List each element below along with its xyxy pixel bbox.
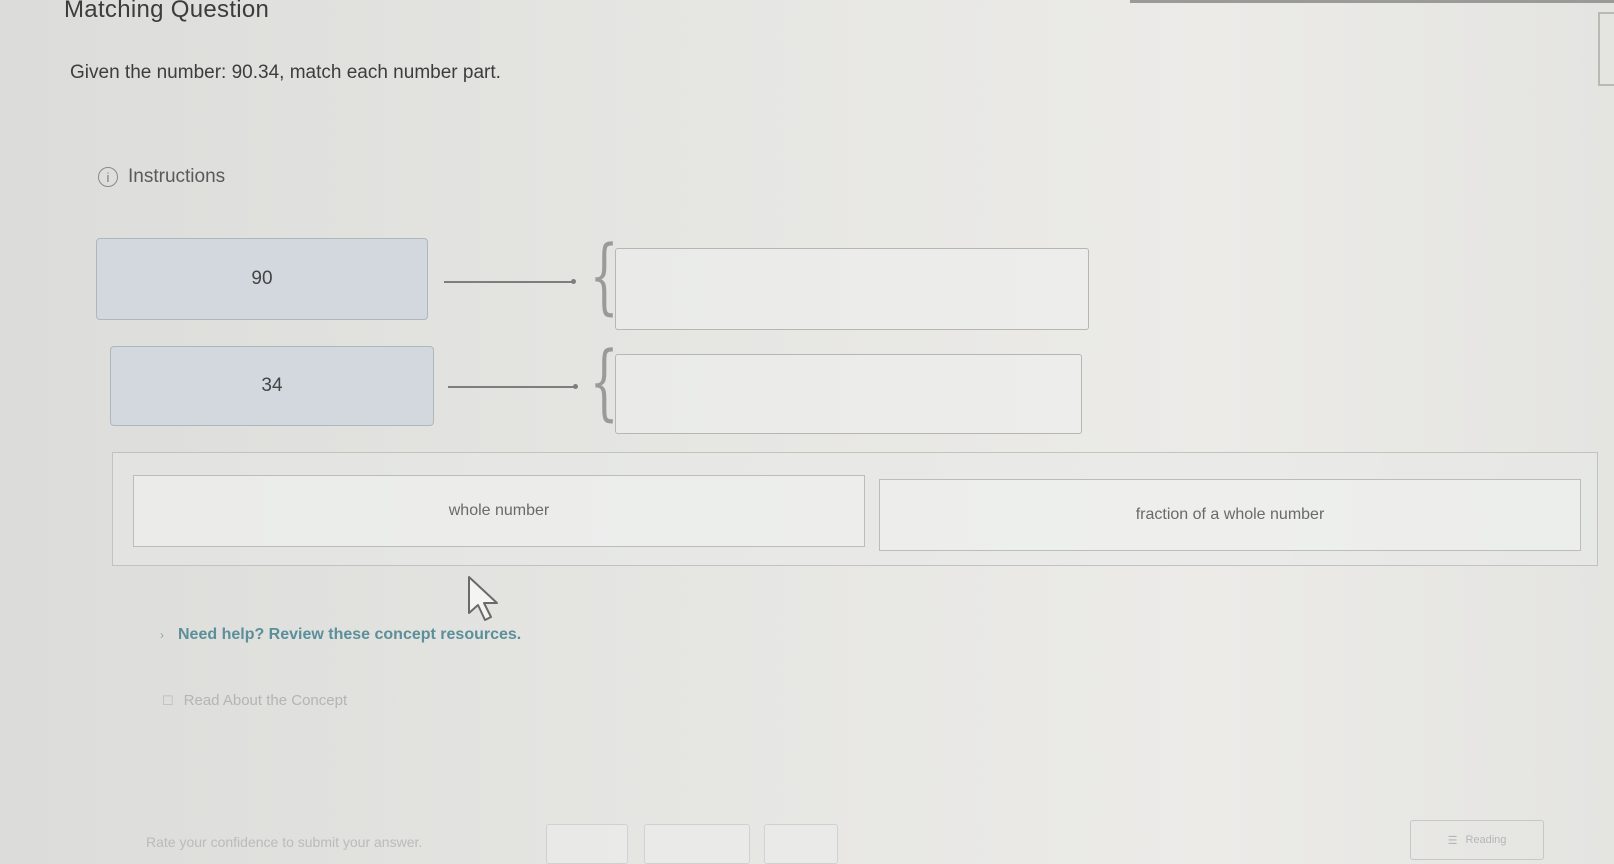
answer-bank: whole number fraction of a whole number	[112, 452, 1598, 566]
instructions-label: Instructions	[128, 166, 226, 187]
page-title: Matching Question	[64, 0, 270, 23]
prompt-card-90[interactable]: 90	[96, 238, 428, 320]
reading-label: Reading	[1465, 834, 1507, 846]
read-about-concept-link[interactable]: ☐ Read About the Concept	[162, 692, 347, 709]
match-connector-line	[444, 279, 576, 284]
confidence-medium-button[interactable]	[644, 824, 750, 864]
instructions-toggle[interactable]: i Instructions	[98, 166, 225, 188]
answer-chip-whole-number[interactable]: whole number	[133, 475, 865, 547]
confidence-high-button[interactable]	[764, 824, 838, 864]
book-icon: ☐	[162, 692, 174, 708]
answer-chip-fraction[interactable]: fraction of a whole number	[879, 479, 1581, 551]
mouse-pointer-icon	[467, 575, 501, 628]
match-connector-line	[448, 384, 578, 389]
top-divider	[1130, 0, 1614, 3]
concept-resources-toggle[interactable]: › Need help? Review these concept resour…	[160, 626, 521, 644]
concept-resources-label: Need help? Review these concept resource…	[178, 626, 522, 643]
info-circle-icon: i	[98, 167, 118, 187]
answer-chip-label: fraction of a whole number	[1135, 506, 1325, 523]
question-prompt: Given the number: 90.34, match each numb…	[70, 62, 501, 83]
chevron-right-icon: ›	[160, 628, 164, 642]
drop-zone-90[interactable]	[615, 248, 1089, 330]
prompt-card-label: 90	[251, 268, 273, 289]
confidence-prompt: Rate your confidence to submit your answ…	[146, 834, 423, 850]
side-panel-edge	[1598, 12, 1614, 86]
prompt-card-34[interactable]: 34	[110, 346, 434, 426]
confidence-low-button[interactable]	[546, 824, 628, 864]
answer-chip-label: whole number	[448, 502, 550, 519]
reading-icon: ☰	[1447, 834, 1458, 847]
drop-zone-34[interactable]	[615, 354, 1082, 434]
reading-button[interactable]: ☰ Reading	[1410, 820, 1544, 860]
prompt-card-label: 34	[261, 375, 283, 396]
read-about-concept-label: Read About the Concept	[183, 692, 348, 709]
